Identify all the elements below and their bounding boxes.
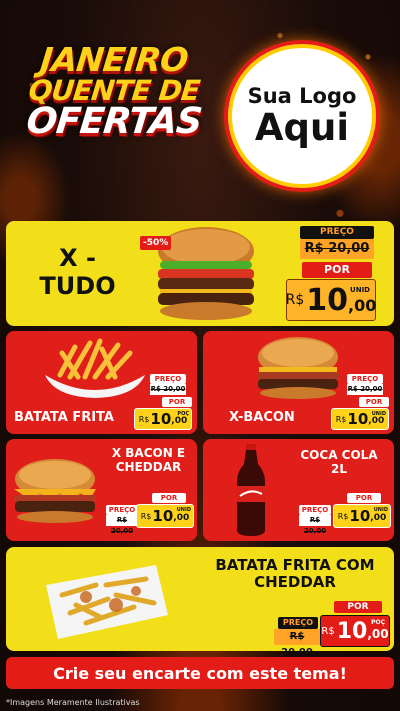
cta-banner[interactable]: Crie seu encarte com este tema!	[6, 657, 394, 689]
por-label: POR	[347, 493, 381, 503]
unit-label: UNID	[371, 411, 386, 417]
currency: R$	[140, 511, 152, 521]
por-label: POR	[334, 601, 382, 613]
price-decimal: ,00	[370, 513, 387, 523]
burger-icon	[14, 459, 96, 523]
currency: R$	[285, 292, 305, 308]
new-price: R$ 10 ,00 UNID	[331, 408, 389, 430]
soda-bottle-icon	[237, 444, 265, 536]
price-integer: 10	[349, 507, 371, 525]
currency: R$	[321, 625, 335, 637]
price-label: PREÇO	[300, 226, 374, 239]
product-name: BATATA FRITA	[14, 410, 114, 425]
price-decimal: ,00	[171, 416, 188, 426]
promo-title: JANEIRO QUENTE DE OFERTAS	[14, 40, 214, 142]
product-card-x-bacon-cheddar[interactable]: X BACON E CHEDDAR PREÇO R$ 20,00 POR R$ …	[6, 439, 197, 541]
unit-label: UNID	[176, 507, 191, 513]
old-price: R$ 20,00	[150, 384, 186, 395]
burger-icon	[257, 337, 339, 399]
unit-label: UNID	[373, 507, 388, 513]
currency: R$	[337, 511, 349, 521]
logo-text-line-1: Sua Logo	[247, 84, 357, 108]
new-price: R$ 10 ,00 UNID	[286, 279, 376, 321]
product-card-x-bacon[interactable]: X-BACON PREÇO R$ 20,00 POR R$ 10 ,00 UNI…	[203, 331, 394, 434]
title-line-3: OFERTAS	[24, 101, 204, 142]
price-label: PREÇO	[106, 505, 138, 515]
price-label: PREÇO	[150, 374, 186, 384]
product-name: X-BACON	[229, 410, 295, 425]
new-price: R$ 10 ,00 POÇ	[134, 408, 192, 430]
price-decimal: ,00	[368, 416, 385, 426]
price-integer: 10	[152, 507, 174, 525]
por-label: POR	[162, 397, 192, 407]
product-card-coca-cola[interactable]: COCA COLA 2L PREÇO R$ 20,00 POR R$ 10 ,0…	[203, 439, 394, 541]
currency: R$	[138, 414, 150, 424]
cheddar-fries-icon	[46, 565, 168, 639]
unit-label: POÇ	[177, 411, 189, 417]
price-decimal: ,00	[367, 627, 389, 641]
old-price: R$ 20,00	[274, 629, 320, 651]
unit-label: UNID	[350, 286, 370, 294]
product-name: BATATA FRITA COM CHEDDAR	[215, 556, 375, 592]
por-label: POR	[359, 397, 389, 407]
por-label: POR	[302, 262, 372, 278]
title-line-1: JANEIRO	[38, 40, 190, 79]
product-card-batata-cheddar[interactable]: BATATA FRITA COM CHEDDAR PREÇO R$ 20,00 …	[6, 547, 394, 651]
new-price: R$ 10 ,00 POÇ	[320, 615, 390, 647]
product-name: X - TUDO	[39, 244, 116, 300]
old-price: R$ 20,00	[106, 515, 138, 535]
old-price: R$ 20,00	[300, 239, 374, 259]
new-price: R$ 10 ,00 UNID	[333, 504, 391, 528]
price-decimal: ,00	[348, 295, 377, 315]
por-label: POR	[152, 493, 186, 503]
product-name: X BACON E CHEDDAR	[111, 446, 186, 474]
price-integer: 10	[306, 282, 349, 318]
logo-text-line-2: Aqui	[254, 106, 350, 149]
new-price: R$ 10 ,00 UNID	[136, 504, 194, 528]
price-integer: 10	[347, 410, 369, 428]
product-card-x-tudo[interactable]: X - TUDO -50% PREÇO R$ 20,00 POR R$ 10 ,…	[6, 221, 394, 326]
product-name: COCA COLA 2L	[300, 448, 378, 476]
fries-icon	[45, 338, 145, 398]
price-integer: 10	[336, 618, 368, 644]
logo-placeholder[interactable]: Sua Logo Aqui	[224, 40, 380, 192]
unit-label: POÇ	[371, 619, 385, 626]
product-card-batata-frita[interactable]: BATATA FRITA PREÇO R$ 20,00 POR R$ 10 ,0…	[6, 331, 197, 434]
discount-badge: -50%	[140, 236, 172, 250]
price-integer: 10	[150, 410, 172, 428]
price-label: PREÇO	[299, 505, 331, 515]
price-label: PREÇO	[347, 374, 383, 384]
disclaimer-text: *Imagens Meramente Ilustrativas	[6, 698, 140, 707]
old-price: R$ 20,00	[299, 515, 331, 535]
price-decimal: ,00	[173, 513, 190, 523]
currency: R$	[335, 414, 347, 424]
price-label: PREÇO	[278, 617, 318, 629]
old-price: R$ 20,00	[347, 384, 383, 395]
